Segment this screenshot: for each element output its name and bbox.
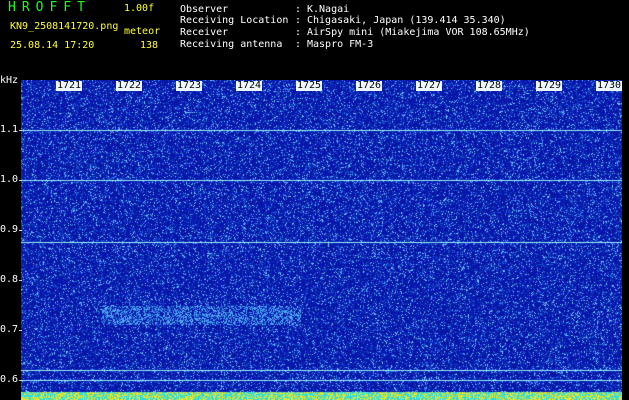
y-tick-label: 1.0 [0,174,19,185]
count-value: 138 [140,40,159,51]
location-label: Receiving Location [180,15,289,26]
y-tick-mark [19,330,22,331]
x-tick-label: 1726 [356,80,383,91]
y-axis-unit: kHz [0,75,19,86]
y-tick-mark [19,280,22,281]
y-tick-mark [19,180,22,181]
location-value: Chigasaki, Japan (139.414 35.340) [307,15,506,26]
y-tick-label: 0.8 [0,274,19,285]
y-tick-mark [19,230,22,231]
y-tick-mark [19,380,22,381]
receiver-label: Receiver [180,27,229,38]
antenna-separator: : [295,39,302,50]
file-name: KN9_2508141720.png [10,21,119,32]
x-tick-label: 1724 [236,80,263,91]
antenna-label: Receiving antenna [180,39,283,50]
app-title: HROFFT [8,0,91,15]
app-version: 1.00f [124,3,155,14]
receiver-separator: : [295,27,302,38]
x-tick-label: 1727 [416,80,443,91]
y-tick-mark [19,130,22,131]
x-tick-label: 1722 [116,80,143,91]
x-tick-label: 1728 [476,80,503,91]
receiver-value: AirSpy mini (Miakejima VOR 108.65MHz) [307,27,530,38]
antenna-value: Maspro FM-3 [307,39,374,50]
x-tick-label: 1721 [56,80,83,91]
mode-label: meteor [124,26,161,37]
y-tick-label: 1.1 [0,124,19,135]
x-tick-label: 1730 [596,80,623,91]
location-separator: : [295,15,302,26]
x-tick-label: 1729 [536,80,563,91]
y-tick-label: 0.9 [0,224,19,235]
x-tick-label: 1725 [296,80,323,91]
datetime-label: 25.08.14 17:20 [10,40,95,51]
y-tick-label: 0.7 [0,324,19,335]
y-tick-label: 0.6 [0,374,19,385]
spectrogram-display[interactable] [21,80,622,400]
x-tick-label: 1723 [176,80,203,91]
